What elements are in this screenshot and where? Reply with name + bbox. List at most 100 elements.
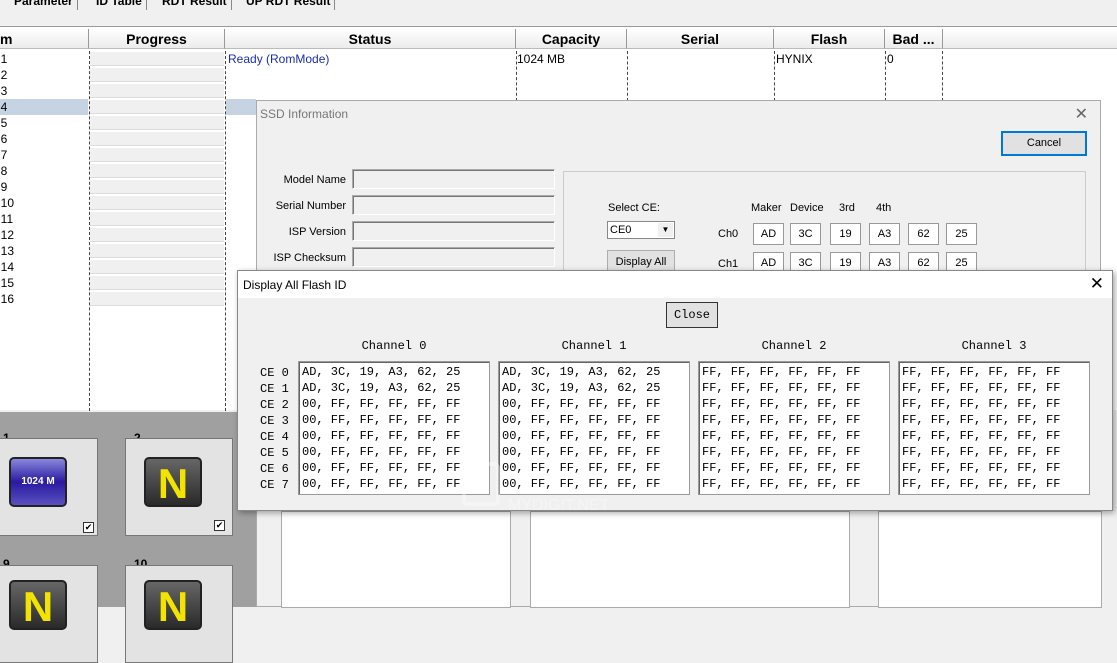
progress-bar bbox=[90, 132, 224, 146]
flash-id-line: 00, FF, FF, FF, FF, FF bbox=[302, 413, 461, 427]
device-thumb-9[interactable]: N bbox=[0, 565, 98, 663]
serial-number-field[interactable] bbox=[352, 195, 555, 215]
close-icon[interactable]: ✕ bbox=[1090, 274, 1104, 294]
ssd-window-title: SSD Information bbox=[260, 107, 349, 121]
progress-bar bbox=[90, 244, 224, 258]
dialog-titlebar: Display All Flash ID ✕ bbox=[238, 271, 1112, 298]
column-header-progress[interactable]: Progress bbox=[89, 29, 225, 49]
port-row-label[interactable]: t 10 bbox=[0, 195, 14, 211]
column-header-serial[interactable]: Serial bbox=[627, 29, 774, 49]
isp-checksum-label: ISP Checksum bbox=[273, 252, 346, 264]
flash-id-line: FF, FF, FF, FF, FF, FF bbox=[902, 365, 1061, 379]
flash-id-line: FF, FF, FF, FF, FF, FF bbox=[902, 397, 1061, 411]
flash-id-line: FF, FF, FF, FF, FF, FF bbox=[702, 381, 861, 395]
row-selection-highlight-status bbox=[226, 99, 256, 115]
row1-bad: 0 bbox=[887, 52, 894, 66]
flash-id-line: 00, FF, FF, FF, FF, FF bbox=[502, 397, 661, 411]
port-row-label[interactable]: t 13 bbox=[0, 243, 14, 259]
column-divider bbox=[942, 51, 943, 101]
display-all-flash-id-dialog: Display All Flash ID ✕ Close Channel 0 C… bbox=[237, 270, 1113, 511]
ce-label: CE 2 bbox=[260, 398, 289, 412]
column-header-flash[interactable]: Flash bbox=[774, 29, 885, 49]
select-ce-dropdown[interactable]: CE0 ▼ bbox=[607, 221, 675, 239]
flash-chip-icon: 1024 M bbox=[9, 457, 67, 507]
port-row-label[interactable]: t 8 bbox=[0, 163, 7, 179]
isp-version-field[interactable] bbox=[352, 221, 555, 241]
model-name-field[interactable] bbox=[352, 169, 555, 189]
flash-id-box: 25 bbox=[946, 223, 977, 245]
progress-bar bbox=[90, 228, 224, 242]
isp-checksum-field[interactable] bbox=[352, 247, 555, 267]
flash-id-line: FF, FF, FF, FF, FF, FF bbox=[702, 477, 861, 491]
column-header-bad[interactable]: Bad ... bbox=[885, 29, 943, 49]
close-button[interactable]: Close bbox=[666, 302, 718, 328]
progress-bar bbox=[90, 276, 224, 290]
column-header-capacity[interactable]: Capacity bbox=[516, 29, 627, 49]
column-divider bbox=[774, 51, 775, 101]
info-panel bbox=[878, 511, 1102, 608]
column-header-filler bbox=[943, 29, 1117, 49]
device-checkbox[interactable]: ✔ bbox=[214, 520, 225, 531]
port-row-label[interactable]: t 4 bbox=[0, 99, 7, 115]
port-row-label[interactable]: t 2 bbox=[0, 67, 7, 83]
column-header-status[interactable]: Status bbox=[225, 29, 516, 49]
device-thumb-1[interactable]: 1024 M ✔ bbox=[0, 438, 98, 536]
cancel-button[interactable]: Cancel bbox=[1001, 131, 1087, 156]
channel-2-list[interactable]: FF, FF, FF, FF, FF, FF FF, FF, FF, FF, FF… bbox=[698, 361, 890, 495]
progress-bar bbox=[90, 116, 224, 130]
device-checkbox[interactable]: ✔ bbox=[83, 522, 94, 533]
close-icon[interactable]: ✕ bbox=[1075, 104, 1088, 124]
progress-bar bbox=[90, 260, 224, 274]
row1-capacity: 1024 MB bbox=[517, 52, 566, 66]
flash-id-line: FF, FF, FF, FF, FF, FF bbox=[702, 445, 861, 459]
model-name-label: Model Name bbox=[283, 174, 346, 186]
flash-id-box: AD bbox=[753, 223, 784, 245]
flash-id-line: AD, 3C, 19, A3, 62, 25 bbox=[502, 381, 661, 395]
port-row-label[interactable]: t 6 bbox=[0, 131, 7, 147]
port-row-label[interactable]: t 7 bbox=[0, 147, 7, 163]
flash-id-line: 00, FF, FF, FF, FF, FF bbox=[302, 429, 461, 443]
progress-bar bbox=[90, 84, 224, 98]
tab-parameter[interactable]: Parameter bbox=[10, 0, 78, 10]
serial-number-label: Serial Number bbox=[275, 200, 346, 212]
port-row-label[interactable]: t 3 bbox=[0, 83, 7, 99]
port-row-label[interactable]: t 11 bbox=[0, 211, 13, 227]
channel-3-list[interactable]: FF, FF, FF, FF, FF, FF FF, FF, FF, FF, FF… bbox=[898, 361, 1090, 495]
flash-id-line: 00, FF, FF, FF, FF, FF bbox=[302, 445, 461, 459]
ch0-label: Ch0 bbox=[718, 228, 739, 240]
select-ce-label: Select CE: bbox=[608, 202, 660, 214]
port-row-label[interactable]: t 9 bbox=[0, 179, 7, 195]
channel-1-title: Channel 1 bbox=[561, 339, 627, 353]
port-row-label[interactable]: t 16 bbox=[0, 291, 14, 307]
port-row-label[interactable]: t 14 bbox=[0, 259, 14, 275]
id-header-3rd: 3rd bbox=[839, 202, 855, 214]
ce-label: CE 1 bbox=[260, 382, 289, 396]
port-row-label[interactable]: t 15 bbox=[0, 275, 14, 291]
device-thumb-10[interactable]: N bbox=[125, 565, 233, 663]
ch1-label: Ch1 bbox=[718, 258, 739, 270]
watermark-logo: MYDIGIT.NET bbox=[462, 462, 610, 514]
port-row-label[interactable]: t 5 bbox=[0, 115, 7, 131]
info-panel bbox=[530, 511, 850, 608]
flash-chip-icon: N bbox=[144, 457, 202, 507]
flash-id-line: FF, FF, FF, FF, FF, FF bbox=[702, 413, 861, 427]
progress-bar bbox=[90, 196, 224, 210]
tab-up-rdt-result[interactable]: UP RDT Result bbox=[242, 0, 336, 10]
dialog-title: Display All Flash ID bbox=[243, 278, 347, 292]
flash-id-line: FF, FF, FF, FF, FF, FF bbox=[902, 381, 1061, 395]
flash-id-line: FF, FF, FF, FF, FF, FF bbox=[902, 445, 1061, 459]
column-divider bbox=[885, 51, 886, 101]
flash-id-line: 00, FF, FF, FF, FF, FF bbox=[302, 397, 461, 411]
flash-id-line: AD, 3C, 19, A3, 62, 25 bbox=[302, 381, 461, 395]
tab-id-table[interactable]: ID Table bbox=[92, 0, 147, 10]
flash-id-line: 00, FF, FF, FF, FF, FF bbox=[502, 413, 661, 427]
port-row-label[interactable]: t 12 bbox=[0, 227, 14, 243]
device-thumb-2[interactable]: N ✔ bbox=[125, 438, 233, 536]
row1-flash: HYNIX bbox=[776, 52, 813, 66]
tab-rdt-result[interactable]: RDT Result bbox=[158, 0, 232, 10]
flash-id-line: FF, FF, FF, FF, FF, FF bbox=[702, 429, 861, 443]
flash-chip-icon: N bbox=[9, 580, 67, 630]
isp-version-label: ISP Version bbox=[288, 226, 346, 238]
port-row-label[interactable]: t 1 bbox=[0, 51, 7, 67]
column-header-item[interactable]: m bbox=[0, 29, 89, 49]
